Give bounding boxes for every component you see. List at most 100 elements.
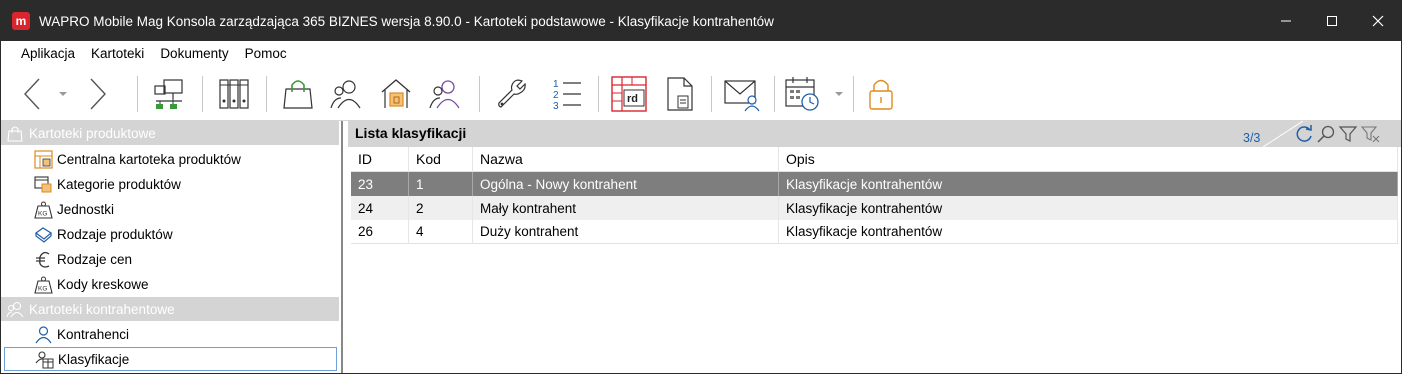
table-row[interactable]: 24 2 Mały kontrahent Klasyfikacje kontra… xyxy=(351,196,1398,220)
mail-user-icon xyxy=(724,80,760,112)
search-icon xyxy=(1317,125,1335,143)
tree-item-jednostki[interactable]: KG Jednostki xyxy=(4,197,337,221)
column-header-id[interactable]: ID xyxy=(351,147,409,171)
binders-button[interactable] xyxy=(215,67,253,121)
table-row[interactable]: 26 4 Duży kontrahent Klasyfikacje kontra… xyxy=(351,220,1398,244)
list-title: Lista klasyfikacji xyxy=(355,125,467,141)
forward-button[interactable] xyxy=(83,67,113,121)
cell-opis: Klasyfikacje kontrahentów xyxy=(779,220,1398,243)
calendar-button[interactable] xyxy=(781,67,823,121)
document-icon xyxy=(667,77,693,111)
calendar-clock-icon xyxy=(785,77,819,111)
group-kartoteki-kontrahentowe[interactable]: Kartoteki kontrahentowe xyxy=(1,297,339,321)
group-kartoteki-produktowe[interactable]: Kartoteki produktowe xyxy=(1,121,339,145)
cell-id: 23 xyxy=(351,172,409,196)
cell-kod: 4 xyxy=(409,220,473,243)
cell-nazwa: Ogólna - Nowy kontrahent xyxy=(473,172,779,196)
menu-pomoc[interactable]: Pomoc xyxy=(237,41,295,67)
filter-button[interactable] xyxy=(1337,123,1359,145)
tree-item-label: Kontrahenci xyxy=(57,326,130,342)
toolbar-separator xyxy=(202,76,203,112)
filter-icon xyxy=(1338,126,1358,142)
back-dropdown[interactable] xyxy=(55,67,71,121)
product-types-icon xyxy=(34,225,53,244)
column-header-kod[interactable]: Kod xyxy=(409,147,473,171)
classification-icon xyxy=(35,350,54,369)
products-button[interactable] xyxy=(279,67,317,121)
warehouse-icon xyxy=(381,79,411,108)
rd-table-icon: rd xyxy=(611,76,647,112)
product-catalog-icon xyxy=(34,149,53,169)
document-button[interactable] xyxy=(661,67,699,121)
cell-kod: 2 xyxy=(409,196,473,220)
lock-button[interactable] xyxy=(863,67,899,121)
svg-text:1: 1 xyxy=(553,79,559,90)
minimize-button[interactable] xyxy=(1263,1,1309,41)
column-header-opis[interactable]: Opis xyxy=(779,147,1398,171)
maximize-button[interactable] xyxy=(1309,1,1355,41)
search-button[interactable] xyxy=(1315,123,1337,145)
cell-nazwa: Duży kontrahent xyxy=(473,220,779,243)
tree-item-label: Kategorie produktów xyxy=(57,176,181,192)
cell-id: 26 xyxy=(351,220,409,243)
barcode-kg-icon: KG xyxy=(34,275,53,294)
toolbar-separator xyxy=(598,76,599,112)
column-header-nazwa[interactable]: Nazwa xyxy=(473,147,779,171)
tree-item-centralna-kartoteka[interactable]: Centralna kartoteka produktów xyxy=(4,147,337,171)
title-bar[interactable]: m WAPRO Mobile Mag Konsola zarządzająca … xyxy=(1,1,1401,41)
mail-button[interactable] xyxy=(721,67,763,121)
list-header: Lista klasyfikacji 3/3 xyxy=(348,121,1401,147)
cell-nazwa: Mały kontrahent xyxy=(473,196,779,220)
chevron-down-icon xyxy=(59,92,67,96)
tree-item-kody-kreskowe[interactable]: KG Kody kreskowe xyxy=(4,272,337,296)
toolbar-separator xyxy=(137,76,138,112)
svg-text:3: 3 xyxy=(553,101,559,112)
shopping-bag-icon xyxy=(283,80,313,109)
people-purple-icon xyxy=(429,80,460,109)
back-button[interactable] xyxy=(17,67,47,121)
toolbar: 1 2 3 rd xyxy=(1,67,1401,121)
table-header: ID Kod Nazwa Opis xyxy=(351,147,1398,172)
numbered-list-button[interactable]: 1 2 3 xyxy=(545,67,585,121)
menu-aplikacja[interactable]: Aplikacja xyxy=(13,41,83,67)
warehouse-button[interactable] xyxy=(377,67,415,121)
refresh-button[interactable] xyxy=(1293,123,1315,145)
menu-dokumenty[interactable]: Dokumenty xyxy=(152,41,236,67)
list-tools xyxy=(1293,123,1381,145)
binders-icon xyxy=(219,79,249,109)
weight-kg-icon: KG xyxy=(34,200,53,219)
app-logo-icon: m xyxy=(12,12,30,30)
tree-item-klasyfikacje[interactable]: Klasyfikacje xyxy=(4,347,337,371)
numbered-list-icon: 1 2 3 xyxy=(553,79,581,112)
calendar-dropdown[interactable] xyxy=(831,67,847,121)
toolbar-separator xyxy=(711,76,712,112)
tree-item-label: Rodzaje cen xyxy=(57,251,133,267)
rd-label: rd xyxy=(627,93,638,105)
window-controls xyxy=(1263,1,1401,41)
table-row[interactable]: 23 1 Ogólna - Nowy kontrahent Klasyfikac… xyxy=(351,172,1398,196)
tree-item-kontrahenci[interactable]: Kontrahenci xyxy=(4,322,337,346)
tree-item-rodzaje-cen[interactable]: Rodzaje cen xyxy=(4,247,337,271)
back-arrow-icon xyxy=(24,78,40,110)
contractors-icon xyxy=(6,300,24,318)
close-button[interactable] xyxy=(1355,1,1401,41)
network-icon xyxy=(154,79,183,109)
rd-table-button[interactable]: rd xyxy=(608,67,650,121)
menu-kartoteki[interactable]: Kartoteki xyxy=(83,41,152,67)
classification-table: ID Kod Nazwa Opis 23 1 Ogólna - Nowy kon… xyxy=(351,147,1398,244)
navigation-tree: Kartoteki produktowe Centralna kartoteka… xyxy=(1,121,343,373)
users-button[interactable] xyxy=(426,67,464,121)
contractors-button[interactable] xyxy=(327,67,365,121)
forward-arrow-icon xyxy=(90,78,106,110)
clear-filter-button[interactable] xyxy=(1359,123,1381,145)
toolbar-separator xyxy=(266,76,267,112)
svg-text:KG: KG xyxy=(38,210,47,217)
cell-id: 24 xyxy=(351,196,409,220)
chevron-down-icon xyxy=(835,92,843,96)
tree-item-kategorie-produktow[interactable]: Kategorie produktów xyxy=(4,172,337,196)
tree-item-rodzaje-produktow[interactable]: Rodzaje produktów xyxy=(4,222,337,246)
network-button[interactable] xyxy=(151,67,187,121)
settings-button[interactable] xyxy=(493,67,531,121)
euro-icon xyxy=(34,250,53,269)
maximize-icon xyxy=(1327,16,1337,26)
